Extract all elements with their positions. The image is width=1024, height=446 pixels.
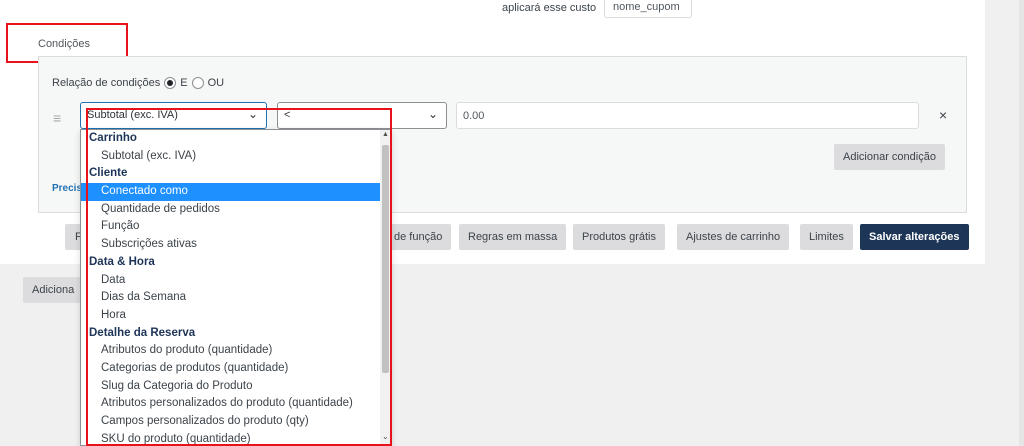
tab-free-products[interactable]: Produtos grátis [573,224,665,250]
relation-label: Relação de condições [52,77,161,89]
tab-limits[interactable]: Limites [800,224,853,250]
tab-role-rules[interactable]: de função [382,224,452,250]
condition-value-input[interactable]: 0.00 [456,102,919,129]
drag-handle-icon[interactable]: ≡ [53,110,61,126]
relation-and-radio[interactable] [164,77,177,89]
save-changes-button[interactable]: Salvar alterações [860,224,969,250]
add-condition-button[interactable]: Adicionar condição [834,144,945,170]
relation-or-radio[interactable] [191,77,204,89]
chevron-down-icon: ⌄ [427,107,438,121]
conditions-relation: Relação de condições E OU [52,77,224,89]
apply-cost-label: aplicará esse custo [502,2,597,14]
relation-or-label: OU [207,77,225,89]
remove-condition-icon[interactable]: × [939,107,947,123]
tab-bulk-rules[interactable]: Regras em massa [459,224,567,250]
annotation-box-dropdown [86,108,392,446]
tab-cart-adjustments[interactable]: Ajustes de carrinho [677,224,790,250]
page-scrollbar[interactable] [1019,0,1024,446]
add-rule-button[interactable]: Adiciona [23,277,83,303]
relation-and-label: E [180,77,188,89]
coupon-name-input[interactable]: nome_cupom [604,0,692,18]
precis-link[interactable]: Precis [52,183,82,194]
